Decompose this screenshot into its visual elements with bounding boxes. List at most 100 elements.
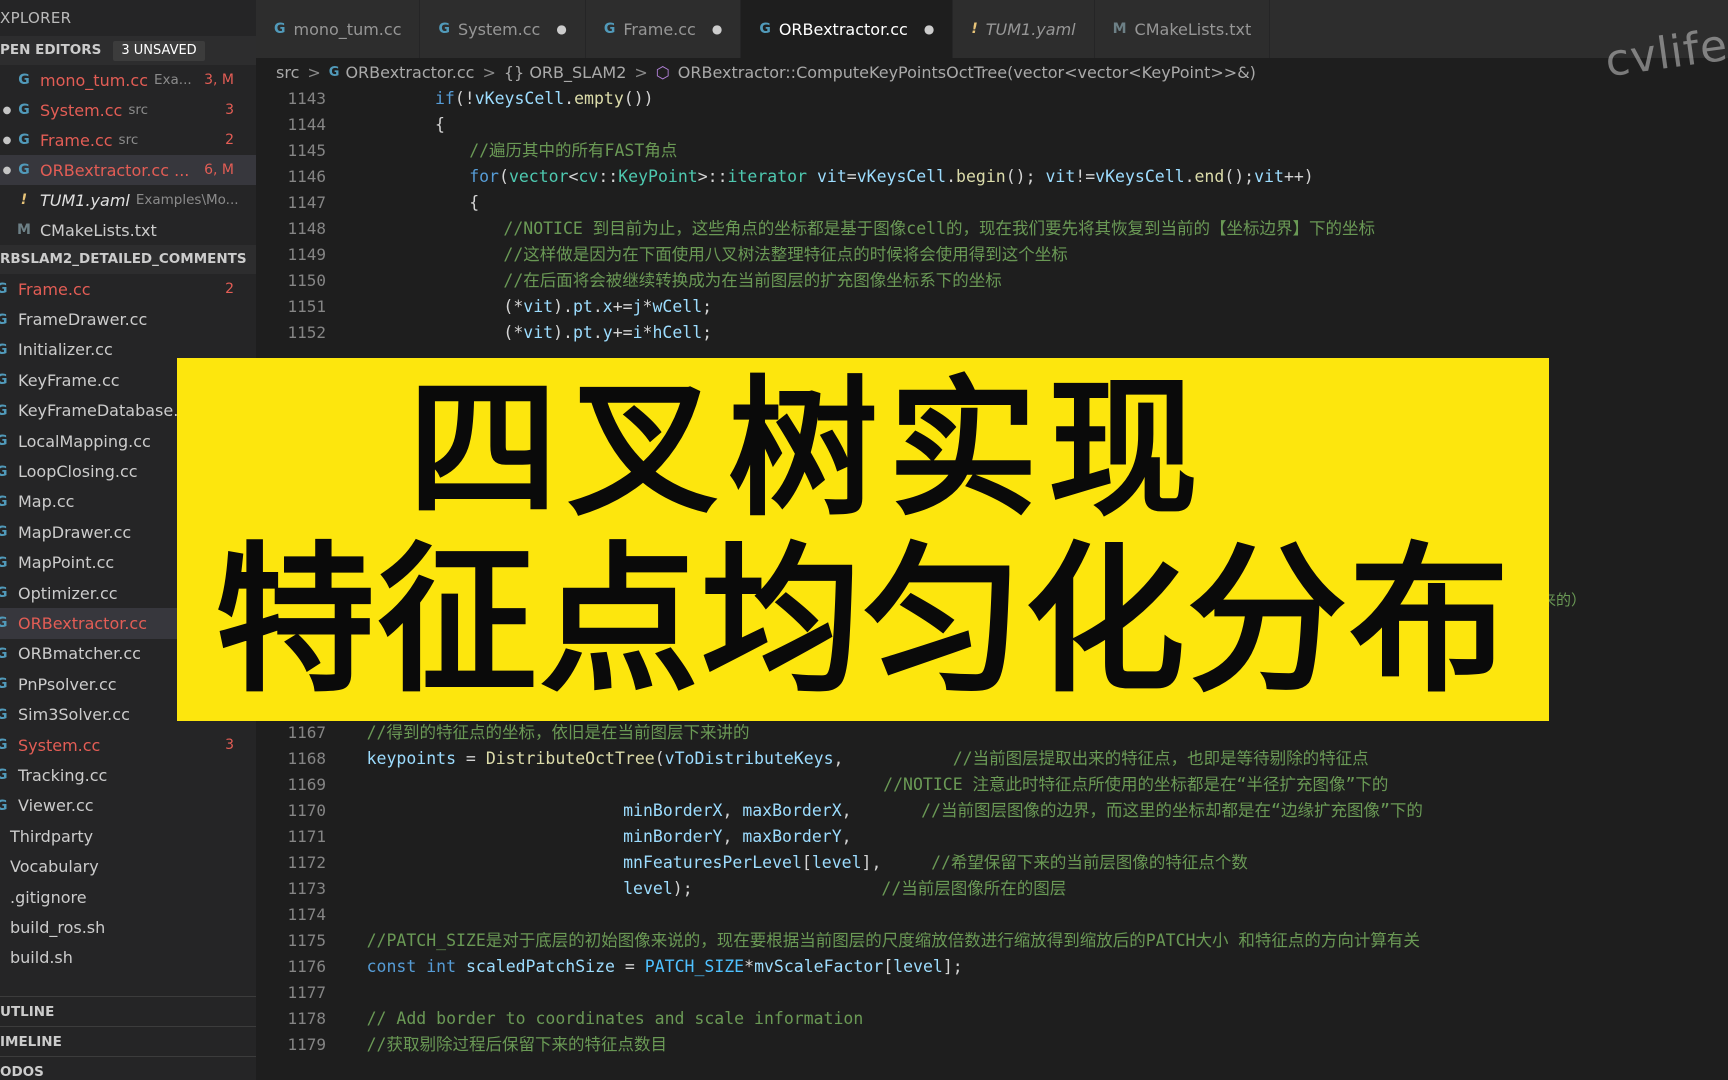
file-name: KeyFrame.cc [18, 370, 120, 390]
open-editor-item[interactable]: M CMakeLists.txt [0, 215, 256, 245]
code-token: ; [702, 323, 713, 342]
code-token: , [722, 827, 743, 846]
code-line: 1167 //得到的特征点的坐标，依旧是在当前图层下来讲的 [256, 720, 1728, 746]
editor-tab[interactable]: ! TUM1.yaml [953, 0, 1095, 58]
code-text: //NOTICE 注意此时特征点所使用的坐标都是在“半径扩充图像”下的 [367, 772, 1388, 798]
file-tree-folder[interactable]: build.sh [0, 943, 256, 973]
banner-title-line2: 特征点均匀化分布 [214, 527, 1511, 714]
file-name: Vocabulary [10, 857, 99, 877]
file-tree-item[interactable]: G Tracking.cc [0, 760, 256, 790]
code-line: 1146 for(vector<cv::KeyPoint>::iterator v… [256, 164, 1728, 190]
code-token: ). [553, 297, 573, 316]
open-editor-name: CMakeLists.txt [40, 220, 157, 240]
code-token: wCell [652, 297, 703, 316]
editor-tab[interactable]: M CMakeLists.txt [1094, 0, 1271, 58]
todos-section[interactable]: ODOS [0, 1056, 256, 1080]
code-token: , [833, 749, 953, 768]
breadcrumb-file[interactable]: ORBextractor.cc [345, 63, 474, 82]
open-editor-path: src [118, 132, 139, 148]
problem-count: 2 [225, 132, 234, 148]
line-number: 1171 [287, 827, 326, 846]
file-tree-folder[interactable]: .gitignore [0, 882, 256, 912]
open-editor-item[interactable]: ● G ORBextractor.cc ... 6, M [0, 155, 256, 185]
code-token: { [469, 193, 480, 212]
code-token: (); [1005, 167, 1046, 186]
line-number: 1147 [287, 193, 326, 212]
unsaved-dot-icon[interactable]: ● [712, 22, 722, 36]
method-icon: ⬡ [655, 62, 670, 82]
file-name: Initializer.cc [18, 340, 113, 360]
code-token: iterator [727, 167, 808, 186]
breadcrumb-src[interactable]: src [276, 63, 299, 82]
open-editor-item[interactable]: ● G Frame.cc src 2 [0, 125, 256, 155]
code-token: vector [508, 167, 569, 186]
line-number: 1148 [287, 219, 326, 238]
project-folder-header[interactable]: RBSLAM2_DETAILED_COMMENTS [0, 245, 256, 274]
breadcrumb-symbol[interactable]: ORBextractor::ComputeKeyPointsOctTree(ve… [678, 63, 1256, 82]
code-line: 1149 //这样做是因为在下面使用八叉树法整理特征点的时候将会使用得到这个坐标 [256, 242, 1728, 268]
file-tree-item[interactable]: G Frame.cc 2 [0, 274, 256, 304]
code-token: //希望保留下来的当前层图像的特征点个数 [931, 853, 1248, 872]
code-token: . [592, 297, 603, 316]
open-editors-header[interactable]: PEN EDITORS 3 UNSAVED [0, 36, 256, 65]
open-editor-name: Frame.cc [40, 130, 113, 150]
open-editor-item[interactable]: ! TUM1.yaml Examples\Mo... [0, 185, 256, 215]
code-token: * [744, 957, 755, 976]
cpp-file-icon: G [0, 463, 8, 480]
file-tree-folder[interactable]: Thirdparty [0, 821, 256, 851]
editor-tab[interactable]: G Frame.cc ● [585, 0, 742, 58]
code-line: 1169 //NOTICE 注意此时特征点所使用的坐标都是在“半径扩充图像”下的 [256, 772, 1728, 798]
file-name: MapPoint.cc [18, 553, 115, 573]
file-name: Tracking.cc [18, 765, 108, 785]
cpp-file-icon: G [0, 311, 8, 328]
code-text: //PATCH_SIZE是对于底层的初始图像来说的，现在要根据当前图层的尺度缩放… [367, 928, 1420, 954]
code-text: keypoints = DistributeOctTree(vToDistrib… [367, 746, 1369, 772]
code-text: minBorderY, maxBorderY, [623, 824, 852, 850]
file-tree-folder[interactable]: Vocabulary [0, 851, 256, 881]
code-text: if(!vKeysCell.empty()) [435, 86, 654, 112]
code-line: 1148 //NOTICE 到目前为止，这些角点的坐标都是基于图像cell的，现在… [256, 216, 1728, 242]
editor-tab[interactable]: Gmono_tum.cc [256, 0, 421, 58]
code-line: 1150 //在后面将会被继续转换成为在当前图层的扩充图像坐标系下的坐标 [256, 268, 1728, 294]
cpp-file-icon: G [18, 102, 30, 118]
breadcrumb-namespace[interactable]: {} ORB_SLAM2 [504, 63, 627, 82]
line-number: 1178 [287, 1009, 326, 1028]
open-editor-path: Exa... [153, 72, 192, 88]
open-editor-path: Examples\Mo... [135, 192, 239, 208]
code-token: >:: [697, 167, 728, 186]
code-token: x [602, 297, 613, 316]
code-text: { [435, 112, 445, 138]
line-number: 1167 [287, 723, 326, 742]
unsaved-dot-icon: ● [2, 104, 12, 116]
open-editor-item[interactable]: ● G System.cc src 3 [0, 95, 256, 125]
code-line: 1179 //获取剔除过程后保留下来的特征点数目 [256, 1032, 1728, 1058]
file-name: .gitignore [10, 887, 87, 907]
file-tree-item[interactable]: G Viewer.cc [0, 791, 256, 821]
tab-label: Frame.cc [623, 19, 696, 39]
line-number: 1172 [287, 853, 326, 872]
editor-tab[interactable]: G ORBextractor.cc ● [741, 0, 954, 58]
banner-title-line1: 四叉树实现 [407, 363, 1208, 537]
code-token: += [612, 297, 633, 316]
open-editor-item[interactable]: Gmono_tum.cc Exa... 3, M [0, 65, 256, 95]
cpp-file-icon: G [274, 21, 286, 37]
editor-tab[interactable]: G System.cc ● [420, 0, 586, 58]
line-number: 1143 [287, 89, 326, 108]
outline-section[interactable]: UTLINE [0, 996, 256, 1026]
file-tree-item[interactable]: G FrameDrawer.cc [0, 304, 256, 334]
cpp-file-icon: G [0, 676, 8, 693]
code-line: 1173 level); //当前层图像所在的图层 [256, 876, 1728, 902]
unsaved-dot-icon[interactable]: ● [924, 22, 934, 36]
file-tree-folder[interactable]: build_ros.sh [0, 912, 256, 942]
code-token: . [946, 167, 957, 186]
file-tree-item[interactable]: G System.cc 3 [0, 730, 256, 760]
code-token: ). [553, 323, 573, 342]
line-number: 1145 [287, 141, 326, 160]
cmake-file-icon: M [17, 222, 31, 238]
line-number: 1175 [287, 931, 326, 950]
timeline-section[interactable]: IMELINE [0, 1026, 256, 1056]
file-name: Viewer.cc [18, 796, 94, 816]
code-text: //在后面将会被继续转换成为在当前图层的扩充图像坐标系下的坐标 [503, 268, 1001, 294]
problem-count: 2 [225, 281, 234, 298]
unsaved-dot-icon[interactable]: ● [556, 22, 566, 36]
